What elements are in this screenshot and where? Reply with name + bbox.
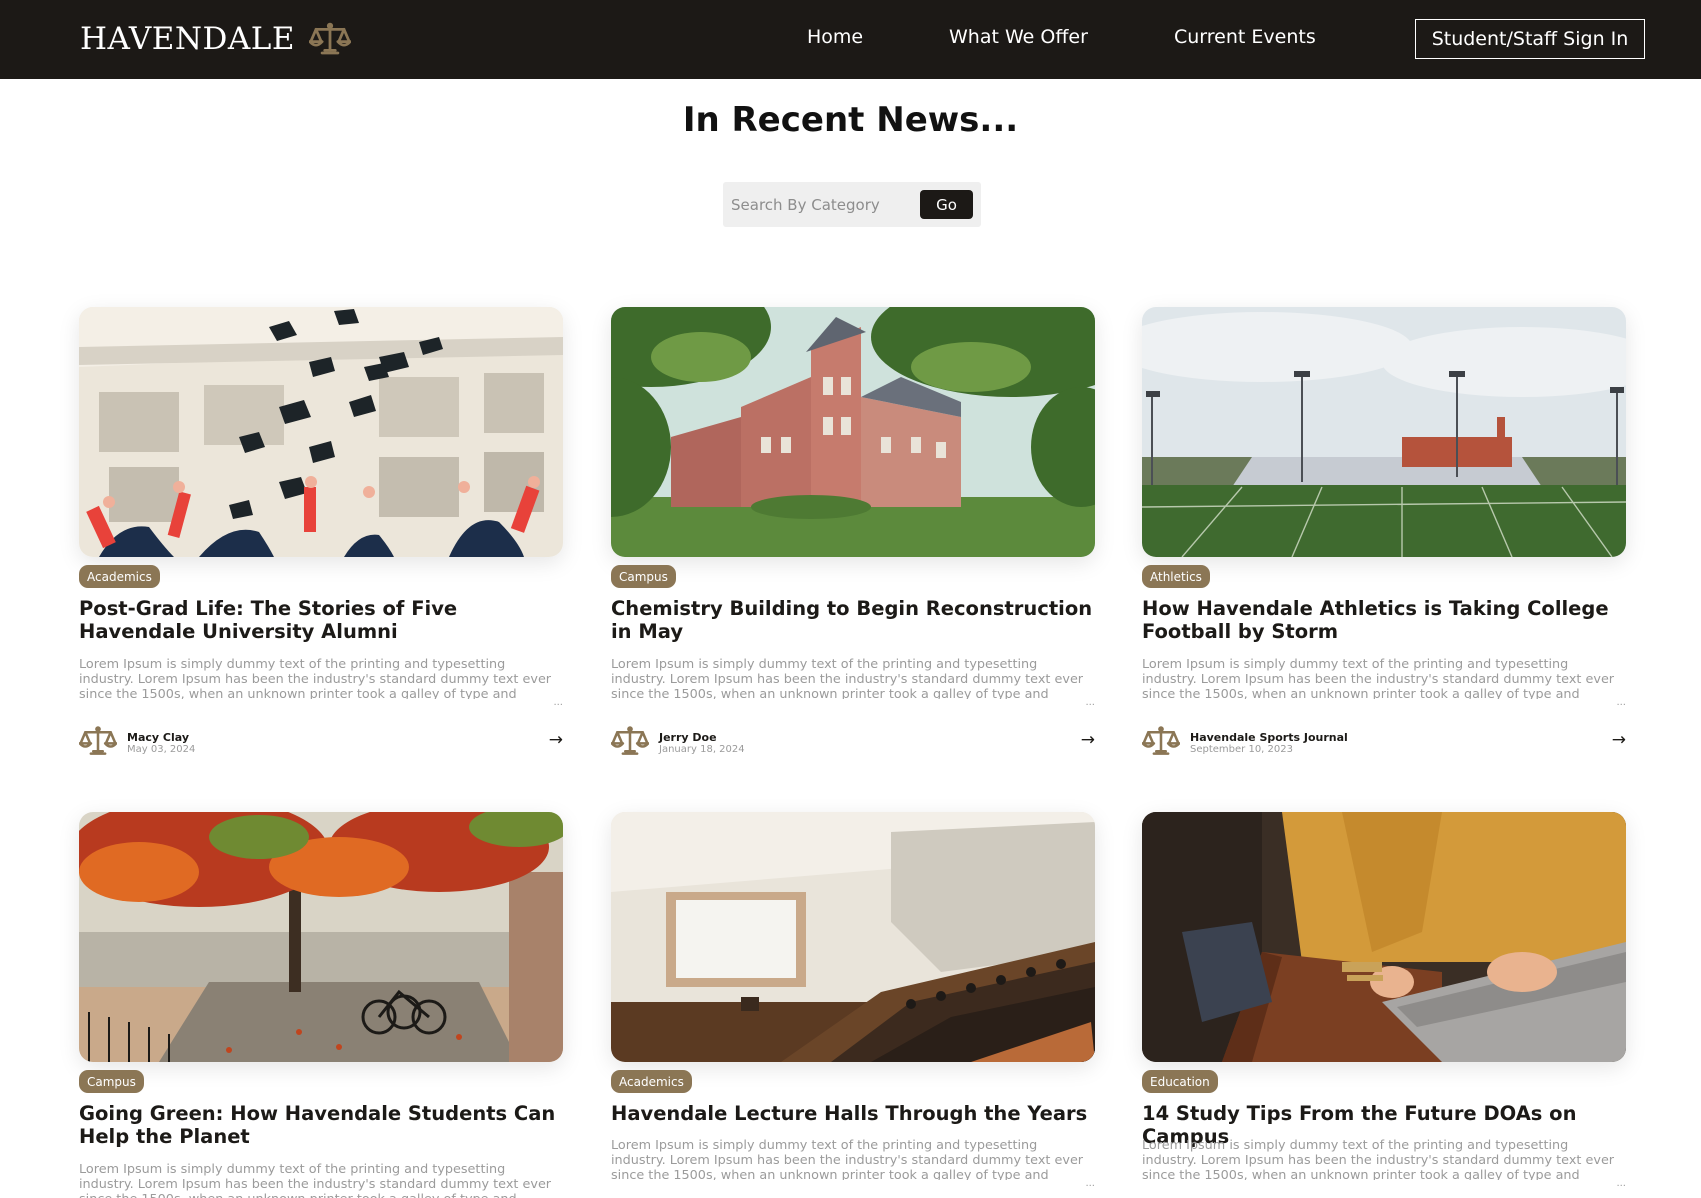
article-image-chemistry-building[interactable] bbox=[611, 307, 1095, 557]
article-card: Education 14 Study Tips From the Future … bbox=[1142, 812, 1626, 1189]
article-card: Campus Chemistry Building to Begin Recon… bbox=[611, 307, 1095, 557]
article-card: Academics Havendale Lecture Halls Throug… bbox=[611, 812, 1095, 1189]
scales-icon bbox=[79, 725, 117, 757]
category-tag[interactable]: Education bbox=[1142, 1070, 1218, 1093]
graduation-photo bbox=[79, 307, 563, 557]
author-name: Macy Clay bbox=[127, 731, 189, 744]
author-row: Macy Clay May 03, 2024 → bbox=[79, 725, 563, 759]
nav-current-events-link[interactable]: Current Events bbox=[1174, 26, 1316, 48]
publish-date: January 18, 2024 bbox=[659, 744, 745, 755]
article-image-lecture-hall[interactable] bbox=[611, 812, 1095, 1062]
article-excerpt: Lorem Ipsum is simply dummy text of the … bbox=[79, 1162, 552, 1198]
article-card: Athletics How Havendale Athletics is Tak… bbox=[1142, 307, 1626, 557]
category-tag[interactable]: Academics bbox=[611, 1070, 692, 1093]
nav-home-link[interactable]: Home bbox=[807, 26, 863, 48]
arrow-right-icon[interactable]: → bbox=[1612, 730, 1626, 750]
lecture-hall-photo bbox=[611, 812, 1095, 1062]
article-title[interactable]: Chemistry Building to Begin Reconstructi… bbox=[611, 597, 1095, 643]
article-image-autumn-campus[interactable] bbox=[79, 812, 563, 1062]
excerpt-ellipsis: ... bbox=[1085, 697, 1095, 708]
brand-name: HAVENDALE bbox=[80, 21, 295, 57]
scales-icon bbox=[1142, 725, 1180, 757]
scales-icon bbox=[309, 21, 351, 57]
excerpt-ellipsis: ... bbox=[1616, 697, 1626, 708]
arrow-right-icon[interactable]: → bbox=[1081, 730, 1095, 750]
article-title[interactable]: Going Green: How Havendale Students Can … bbox=[79, 1102, 563, 1148]
article-card: Academics Post-Grad Life: The Stories of… bbox=[79, 307, 563, 557]
scales-icon bbox=[611, 725, 649, 757]
signin-button[interactable]: Student/Staff Sign In bbox=[1415, 19, 1645, 59]
article-title[interactable]: Post-Grad Life: The Stories of Five Have… bbox=[79, 597, 563, 643]
category-tag[interactable]: Campus bbox=[611, 565, 676, 588]
brand-logo[interactable]: HAVENDALE bbox=[80, 18, 351, 60]
category-search-input[interactable] bbox=[731, 191, 901, 218]
article-excerpt: Lorem Ipsum is simply dummy text of the … bbox=[79, 657, 552, 699]
author-row: Havendale Sports Journal September 10, 2… bbox=[1142, 725, 1626, 759]
article-title[interactable]: Havendale Lecture Halls Through the Year… bbox=[611, 1102, 1095, 1125]
author-name: Jerry Doe bbox=[659, 731, 717, 744]
author-row: Jerry Doe January 18, 2024 → bbox=[611, 725, 1095, 759]
article-excerpt: Lorem Ipsum is simply dummy text of the … bbox=[611, 1138, 1084, 1180]
study-laptop-photo bbox=[1142, 812, 1626, 1062]
football-field-photo bbox=[1142, 307, 1626, 557]
arrow-right-icon[interactable]: → bbox=[549, 730, 563, 750]
category-tag[interactable]: Academics bbox=[79, 565, 160, 588]
publish-date: May 03, 2024 bbox=[127, 744, 196, 755]
category-tag[interactable]: Athletics bbox=[1142, 565, 1210, 588]
article-excerpt: Lorem Ipsum is simply dummy text of the … bbox=[1142, 657, 1615, 699]
category-tag[interactable]: Campus bbox=[79, 1070, 144, 1093]
article-image-football-field[interactable] bbox=[1142, 307, 1626, 557]
article-excerpt: Lorem Ipsum is simply dummy text of the … bbox=[611, 657, 1084, 699]
page-title: In Recent News... bbox=[682, 100, 1019, 140]
excerpt-ellipsis: ... bbox=[1085, 1178, 1095, 1189]
chemistry-building-photo bbox=[611, 307, 1095, 557]
autumn-campus-photo bbox=[79, 812, 563, 1062]
article-card: Campus Going Green: How Havendale Studen… bbox=[79, 812, 563, 1198]
author-name: Havendale Sports Journal bbox=[1190, 731, 1348, 744]
article-excerpt: Lorem Ipsum is simply dummy text of the … bbox=[1142, 1138, 1615, 1180]
article-image-study-laptop[interactable] bbox=[1142, 812, 1626, 1062]
article-title[interactable]: How Havendale Athletics is Taking Colleg… bbox=[1142, 597, 1626, 643]
article-image-graduation[interactable] bbox=[79, 307, 563, 557]
search-go-button[interactable]: Go bbox=[920, 190, 973, 219]
excerpt-ellipsis: ... bbox=[1616, 1178, 1626, 1189]
top-navbar: HAVENDALE Home What We Offer Current Eve… bbox=[0, 0, 1701, 79]
publish-date: September 10, 2023 bbox=[1190, 744, 1293, 755]
nav-what-we-offer-link[interactable]: What We Offer bbox=[949, 26, 1088, 48]
excerpt-ellipsis: ... bbox=[553, 697, 563, 708]
category-search-bar: Go bbox=[723, 182, 981, 227]
